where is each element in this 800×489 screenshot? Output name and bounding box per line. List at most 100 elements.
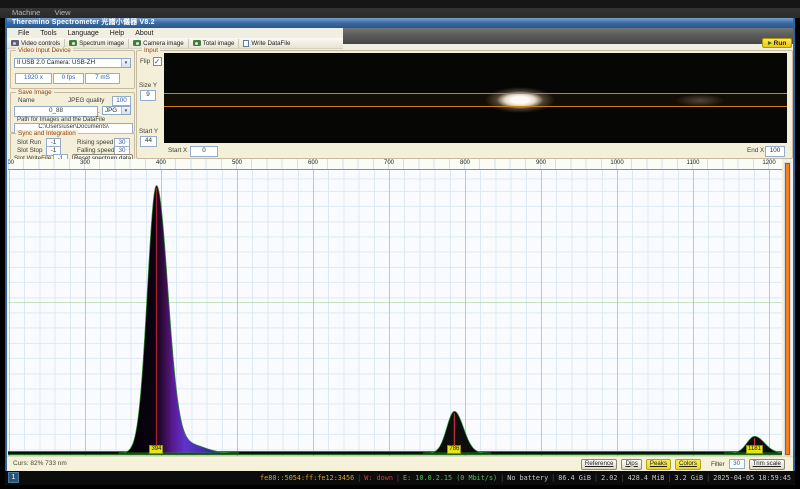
- status-segments: fe80::5054:ff:fe12:3456|W: down|E: 10.0.…: [260, 471, 791, 485]
- jpeg-quality-label: JPEG quality: [68, 97, 104, 104]
- axis-tick-label: 1000: [604, 160, 630, 167]
- sync-group-title: Sync and Integration: [16, 130, 78, 137]
- app-title: Theremino Spectrometer 光譜小儀器 V8.2: [12, 19, 155, 26]
- chevron-down-icon: ▼: [121, 107, 130, 114]
- axis-tick-label: 400: [148, 160, 174, 167]
- status-segment: fe80::5054:ff:fe12:3456: [260, 474, 354, 482]
- peaks-button[interactable]: Peaks: [646, 459, 671, 470]
- play-icon: [768, 41, 772, 45]
- workspace-badge[interactable]: 1: [8, 472, 19, 483]
- format-select[interactable]: JPG ▼: [102, 106, 131, 115]
- name-label: Name: [18, 97, 35, 104]
- end-x-field[interactable]: 100: [765, 146, 785, 157]
- start-x-field[interactable]: 0: [190, 146, 218, 157]
- separator: |: [594, 474, 598, 482]
- screen: Machine View Theremino Spectrometer 光譜小儀…: [0, 0, 800, 489]
- video-input-group: Video Input Device Il USB 2.0 Camera: US…: [10, 50, 135, 89]
- video-camera-icon: [11, 40, 19, 46]
- vm-menubar: Machine View: [0, 8, 800, 18]
- write-datafile-button[interactable]: Write DataFile: [239, 39, 294, 48]
- toolbar-spacer: [343, 44, 793, 49]
- filter-label: Filter: [711, 461, 725, 468]
- spectrum-peak: [119, 186, 239, 453]
- trim-scale-button[interactable]: Trim scale: [749, 459, 785, 470]
- run-button[interactable]: Run: [762, 38, 792, 48]
- separator: |: [500, 474, 504, 482]
- video-device-select[interactable]: Il USB 2.0 Camera: USB-ZH ▼: [14, 58, 131, 68]
- separator: |: [396, 474, 400, 482]
- separator: |: [551, 474, 555, 482]
- axis-tick-label: 600: [300, 160, 326, 167]
- reference-button[interactable]: Reference: [581, 459, 618, 470]
- peak-label: 394: [149, 445, 163, 454]
- camera-icon: [133, 40, 141, 46]
- axis-tick-label: 1200: [756, 160, 782, 167]
- axis-tick-label: 500: [224, 160, 250, 167]
- total-image-button[interactable]: Total image: [189, 39, 240, 48]
- file-icon: [243, 40, 249, 47]
- status-segment: 3.2 GiB: [675, 474, 704, 482]
- axis-tick-label: 800: [452, 160, 478, 167]
- slot-run-label: Slot Run: [17, 139, 41, 146]
- peak-label: 786: [447, 445, 461, 454]
- name-dot: .: [98, 108, 100, 115]
- separator: |: [706, 474, 710, 482]
- status-segment: 2025-04-05 18:59:45: [713, 474, 791, 482]
- wavelength-axis: 200300400500600700800900100011001200: [8, 159, 782, 170]
- jpeg-quality-field[interactable]: 100: [112, 96, 131, 106]
- vm-menu-machine[interactable]: Machine: [12, 8, 40, 17]
- size-y-field[interactable]: 9: [140, 90, 156, 101]
- fps-value: 0 fps: [53, 73, 84, 84]
- menu-language[interactable]: Language: [68, 30, 99, 37]
- scan-line-selection-band[interactable]: [164, 93, 787, 107]
- status-segment: 428.4 MiB: [628, 474, 665, 482]
- slider-thumb[interactable]: [785, 163, 790, 455]
- input-group-title: Input: [142, 47, 160, 54]
- separator: |: [667, 474, 671, 482]
- end-x-label: End X: [747, 147, 764, 154]
- chevron-down-icon: ▼: [121, 59, 130, 67]
- cursor-readout: Curs: 82% 733 nm: [13, 460, 67, 467]
- camera-image-view[interactable]: [164, 53, 787, 143]
- dips-button[interactable]: Dips: [621, 459, 641, 470]
- start-x-label: Start X: [168, 147, 187, 154]
- colors-button[interactable]: Colors: [675, 459, 701, 470]
- rising-speed-label: Rising speed: [77, 139, 113, 146]
- window-chrome-gap: [343, 28, 793, 44]
- spectrum-image-button[interactable]: Spectrum image: [65, 39, 129, 48]
- latency-value: 7 mS: [85, 73, 120, 84]
- camera-icon: [193, 40, 201, 46]
- menu-file[interactable]: File: [18, 30, 29, 37]
- size-y-label: Size Y: [139, 82, 157, 89]
- axis-tick-label: 200: [8, 160, 22, 167]
- screen-bottom-edge: [0, 485, 800, 489]
- menu-tools[interactable]: Tools: [40, 30, 56, 37]
- start-y-label: Start Y: [139, 128, 158, 135]
- status-segment: E: 10.0.2.15 (0 Mbit/s): [403, 474, 497, 482]
- resolution-value: 1920 x: [15, 73, 52, 84]
- app-titlebar: Theremino Spectrometer 光譜小儀器 V8.2: [5, 18, 795, 28]
- save-image-group: Save Image Name JPEG quality 100 0_88 . …: [10, 92, 135, 133]
- falling-speed-label: Falling speed: [77, 147, 114, 154]
- menu-help[interactable]: Help: [110, 30, 124, 37]
- flip-label: Flip: [140, 58, 150, 65]
- flip-checkbox[interactable]: [153, 57, 162, 66]
- peak-label: 1181: [746, 445, 763, 454]
- save-image-group-title: Save Image: [16, 89, 54, 96]
- menu-about[interactable]: About: [135, 30, 153, 37]
- file-name-field[interactable]: 0_88: [14, 106, 98, 117]
- spectrum-scale-slider[interactable]: [784, 162, 791, 456]
- filter-field[interactable]: 30: [729, 459, 745, 470]
- spectrum-chart[interactable]: 394 786 1181: [8, 170, 782, 456]
- status-segment: 86.4 GiB: [558, 474, 591, 482]
- app-menubar: File Tools Language Help About: [7, 28, 343, 38]
- start-y-field[interactable]: 44: [140, 136, 157, 147]
- video-input-group-title: Video Input Device: [16, 47, 73, 54]
- vm-menu-view[interactable]: View: [54, 8, 70, 17]
- separator: |: [620, 474, 624, 482]
- axis-tick-label: 300: [72, 160, 98, 167]
- axis-tick-label: 1100: [680, 160, 706, 167]
- axis-tick-label: 900: [528, 160, 554, 167]
- status-segment: 2.02: [601, 474, 617, 482]
- separator: |: [357, 474, 361, 482]
